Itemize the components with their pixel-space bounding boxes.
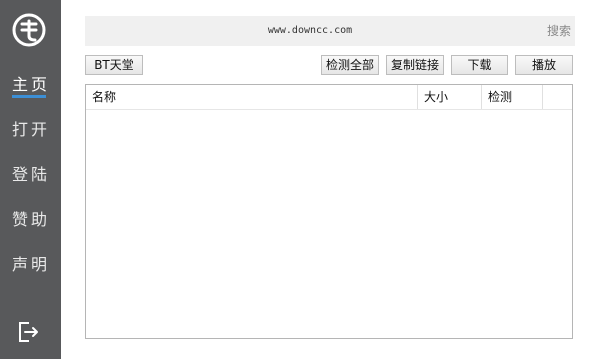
play-button[interactable]: 播放 — [515, 55, 573, 75]
check-all-button[interactable]: 检测全部 — [321, 55, 379, 75]
sidebar-item-label: 主页 — [12, 75, 51, 94]
column-header-size[interactable]: 大小 — [417, 85, 481, 109]
sidebar-item-sponsor[interactable]: 赞助 — [0, 208, 61, 232]
column-header-extra — [542, 85, 572, 109]
sidebar-item-statement[interactable]: 声明 — [0, 253, 61, 277]
bt-heaven-button[interactable]: BT天堂 — [85, 55, 143, 75]
file-table: 名称 大小 检测 — [85, 84, 573, 339]
download-button[interactable]: 下载 — [451, 55, 508, 75]
sidebar-item-label: 赞助 — [12, 210, 51, 229]
column-header-name[interactable]: 名称 — [86, 85, 417, 109]
logo-icon[interactable] — [11, 12, 47, 48]
column-header-check[interactable]: 检测 — [481, 85, 542, 109]
sidebar-item-open[interactable]: 打开 — [0, 118, 61, 142]
sidebar: 主页 打开 登陆 赞助 声明 — [0, 0, 61, 359]
search-button[interactable]: 搜索 — [547, 16, 571, 46]
copy-link-button[interactable]: 复制链接 — [386, 55, 444, 75]
sidebar-item-login[interactable]: 登陆 — [0, 163, 61, 187]
exit-icon[interactable] — [16, 320, 40, 344]
table-header: 名称 大小 检测 — [86, 85, 572, 110]
sidebar-item-label: 声明 — [12, 255, 51, 274]
search-bar: www.downcc.com 搜索 — [85, 16, 575, 46]
sidebar-item-home[interactable]: 主页 — [0, 73, 61, 97]
active-nav-indicator — [12, 95, 46, 98]
sidebar-item-label: 登陆 — [12, 165, 51, 184]
sidebar-item-label: 打开 — [12, 120, 51, 139]
search-input[interactable]: www.downcc.com — [85, 16, 535, 46]
